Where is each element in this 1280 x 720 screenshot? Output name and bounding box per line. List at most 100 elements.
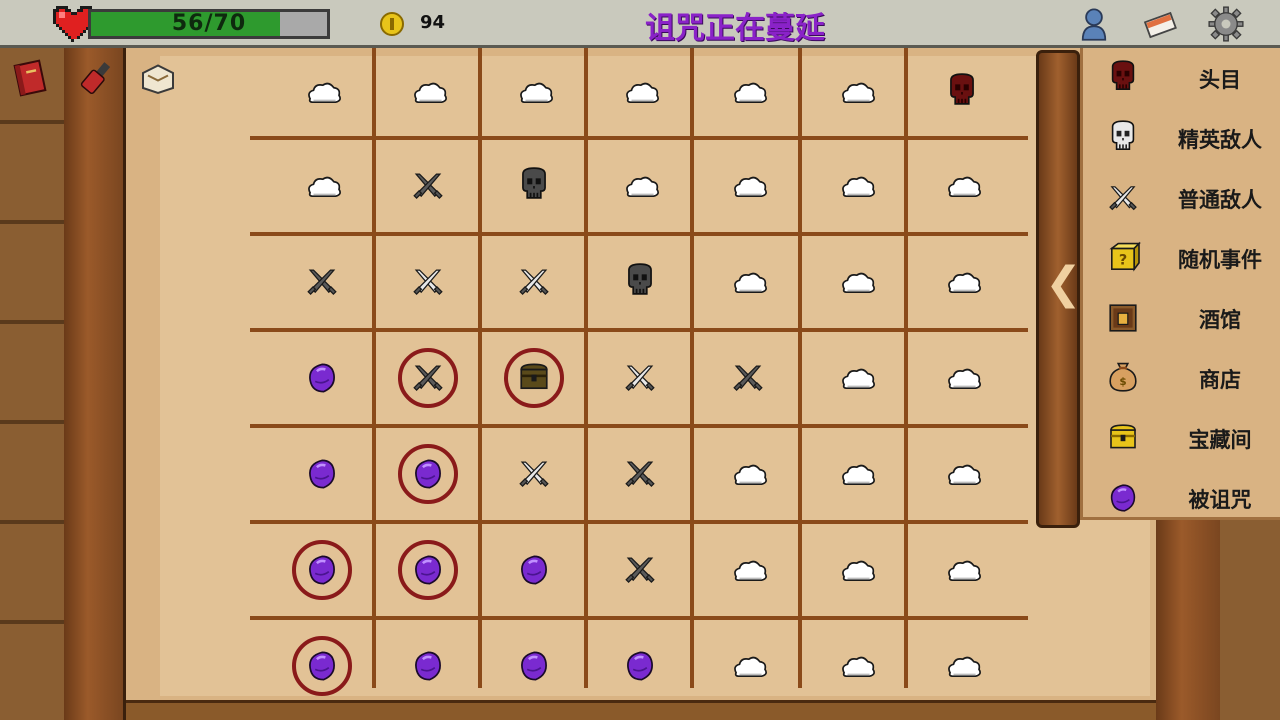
chevron-left-icon: ❮ bbox=[1045, 258, 1082, 309]
dark-treasure-chest-icon bbox=[520, 363, 548, 390]
map-node[interactable] bbox=[932, 348, 992, 408]
profile-icon[interactable] bbox=[1076, 6, 1112, 42]
legend-label: 随机事件 bbox=[1178, 248, 1262, 272]
map-node[interactable] bbox=[504, 156, 564, 216]
map-node[interactable] bbox=[826, 156, 886, 216]
map-node[interactable] bbox=[610, 636, 670, 696]
crossed-swords-icon bbox=[413, 269, 443, 296]
map-node[interactable] bbox=[504, 62, 564, 122]
map-node[interactable] bbox=[504, 444, 564, 504]
legend-label: 宝藏间 bbox=[1188, 428, 1252, 452]
treasure-chest-icon bbox=[1110, 424, 1136, 449]
map-node[interactable] bbox=[610, 252, 670, 312]
map-node[interactable] bbox=[826, 540, 886, 600]
red-skull-icon bbox=[1111, 60, 1135, 90]
cloud-icon bbox=[520, 82, 553, 104]
map-node[interactable] bbox=[504, 540, 564, 600]
map-node[interactable] bbox=[610, 540, 670, 600]
legend-label: 精英敌人 bbox=[1178, 128, 1262, 152]
map-node[interactable] bbox=[718, 636, 778, 696]
map-node[interactable] bbox=[504, 252, 564, 312]
map-node[interactable] bbox=[398, 636, 458, 696]
map-node[interactable] bbox=[610, 348, 670, 408]
map-node[interactable] bbox=[292, 156, 352, 216]
purple-orb-icon bbox=[309, 363, 335, 393]
gear-icon[interactable] bbox=[1208, 6, 1244, 42]
book-icon[interactable] bbox=[10, 58, 50, 98]
left-wall bbox=[0, 48, 64, 720]
map-node[interactable] bbox=[932, 156, 992, 216]
red-skull-icon bbox=[950, 73, 974, 105]
gold-amount: 94 bbox=[420, 12, 446, 33]
crossed-swords-icon bbox=[625, 365, 655, 392]
map-node[interactable] bbox=[932, 444, 992, 504]
map-node[interactable] bbox=[398, 348, 458, 408]
card-icon[interactable] bbox=[1142, 6, 1178, 42]
map-node[interactable] bbox=[292, 62, 352, 122]
map-node[interactable] bbox=[826, 348, 886, 408]
map-node[interactable] bbox=[292, 540, 352, 600]
map-node[interactable] bbox=[826, 444, 886, 504]
map-node[interactable] bbox=[826, 252, 886, 312]
mystery-box-icon: ? bbox=[1109, 241, 1141, 272]
potion-icon[interactable] bbox=[76, 58, 116, 98]
map-node[interactable] bbox=[504, 348, 564, 408]
map-node[interactable] bbox=[932, 540, 992, 600]
dark-skull-icon bbox=[628, 263, 652, 295]
map-node[interactable] bbox=[826, 62, 886, 122]
dark-crossed-swords-icon bbox=[733, 365, 763, 392]
map-node[interactable] bbox=[932, 636, 992, 696]
map-node[interactable] bbox=[718, 252, 778, 312]
cloud-icon bbox=[308, 82, 341, 104]
hp-bar: 56/70 bbox=[88, 9, 330, 39]
legend-item-cursed: 被诅咒 bbox=[1083, 468, 1280, 528]
legend-item-elite: 精英敌人 bbox=[1083, 108, 1280, 168]
map-node[interactable] bbox=[718, 444, 778, 504]
legend-label: 普通敌人 bbox=[1178, 188, 1262, 212]
map-node[interactable] bbox=[718, 62, 778, 122]
map-node[interactable] bbox=[718, 540, 778, 600]
map-node[interactable] bbox=[504, 636, 564, 696]
map-node[interactable] bbox=[292, 444, 352, 504]
legend-item-treasure: 宝藏间 bbox=[1083, 408, 1280, 468]
cloud-icon bbox=[842, 656, 875, 678]
map-node[interactable] bbox=[718, 348, 778, 408]
map-node[interactable] bbox=[398, 444, 458, 504]
cloud-icon bbox=[842, 464, 875, 486]
cloud-icon bbox=[948, 656, 981, 678]
map-node[interactable] bbox=[718, 156, 778, 216]
map-node[interactable] bbox=[610, 62, 670, 122]
purple-orb-icon bbox=[415, 555, 441, 585]
map-node[interactable] bbox=[292, 252, 352, 312]
map-node[interactable] bbox=[932, 62, 992, 122]
map-node[interactable] bbox=[398, 540, 458, 600]
map-node[interactable] bbox=[398, 156, 458, 216]
map-node[interactable] bbox=[610, 156, 670, 216]
map-node[interactable] bbox=[610, 444, 670, 504]
dark-crossed-swords-icon bbox=[625, 461, 655, 488]
cloud-icon bbox=[948, 464, 981, 486]
legend-item-shop: $ 商店 bbox=[1083, 348, 1280, 408]
cloud-icon bbox=[948, 272, 981, 294]
purple-orb-icon bbox=[309, 651, 335, 681]
legend-label: 酒馆 bbox=[1199, 308, 1241, 332]
map-node[interactable] bbox=[292, 636, 352, 696]
map-node[interactable] bbox=[826, 636, 886, 696]
cloud-icon bbox=[842, 176, 875, 198]
map-node[interactable] bbox=[292, 348, 352, 408]
map-node[interactable] bbox=[932, 252, 992, 312]
cloud-icon bbox=[626, 82, 659, 104]
dark-crossed-swords-icon bbox=[307, 269, 337, 296]
map-scroll-icon[interactable] bbox=[138, 58, 178, 98]
legend-toggle-handle[interactable]: ❮ bbox=[1036, 50, 1082, 528]
dark-skull-icon bbox=[522, 167, 546, 199]
page-title: 诅咒正在蔓延 bbox=[645, 11, 825, 46]
map-node[interactable] bbox=[398, 252, 458, 312]
map-node[interactable] bbox=[398, 62, 458, 122]
legend-item-tavern: 酒馆 bbox=[1083, 288, 1280, 348]
legend-label: 被诅咒 bbox=[1188, 488, 1252, 512]
top-bar: 56/70 94 诅咒正在蔓延 bbox=[0, 0, 1280, 48]
map-legend: 头目 精英敌人 普通敌人? 随机事件 酒馆 $ 商店 宝藏间 被诅咒 bbox=[1080, 48, 1280, 520]
purple-orb-icon bbox=[627, 651, 653, 681]
cloud-icon bbox=[842, 560, 875, 582]
